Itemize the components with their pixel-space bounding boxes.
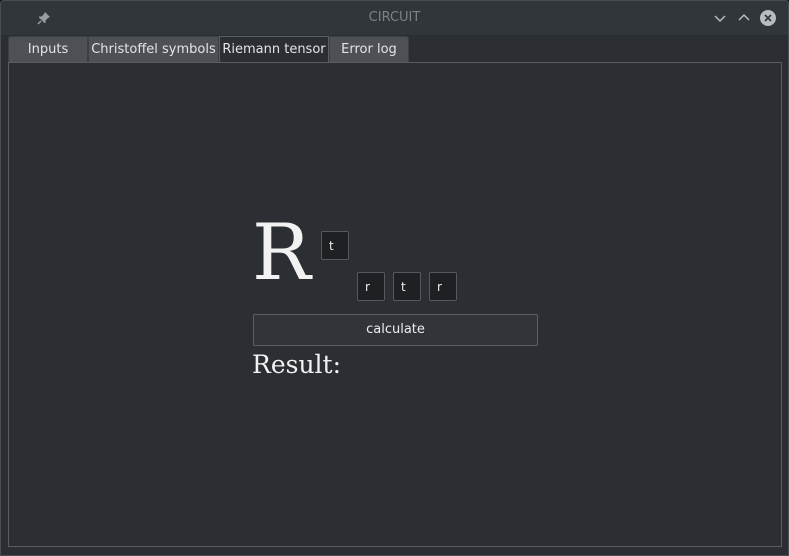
tab-christoffel-symbols[interactable]: Christoffel symbols — [88, 36, 219, 62]
tab-inputs[interactable]: Inputs — [8, 36, 88, 62]
upper-index-field[interactable] — [321, 231, 349, 260]
riemann-symbol: R — [252, 208, 311, 298]
tab-riemann-tensor[interactable]: Riemann tensor — [219, 36, 329, 63]
result-label: Result: — [252, 350, 342, 379]
chevron-up-icon[interactable] — [736, 10, 752, 26]
title-bar[interactable]: CIRCUIT — [1, 1, 788, 35]
calculate-button[interactable]: calculate — [253, 314, 538, 346]
lower-index-field-1[interactable] — [357, 272, 385, 301]
chevron-down-icon[interactable] — [712, 10, 728, 26]
tab-error-log[interactable]: Error log — [329, 36, 409, 62]
app-window: CIRCUIT Inputs Christoffel symbols Riema… — [0, 0, 789, 556]
riemann-tensor-panel — [8, 62, 782, 547]
close-icon[interactable] — [760, 10, 776, 26]
lower-index-field-2[interactable] — [393, 272, 421, 301]
lower-index-field-3[interactable] — [429, 272, 457, 301]
window-title: CIRCUIT — [368, 10, 421, 25]
